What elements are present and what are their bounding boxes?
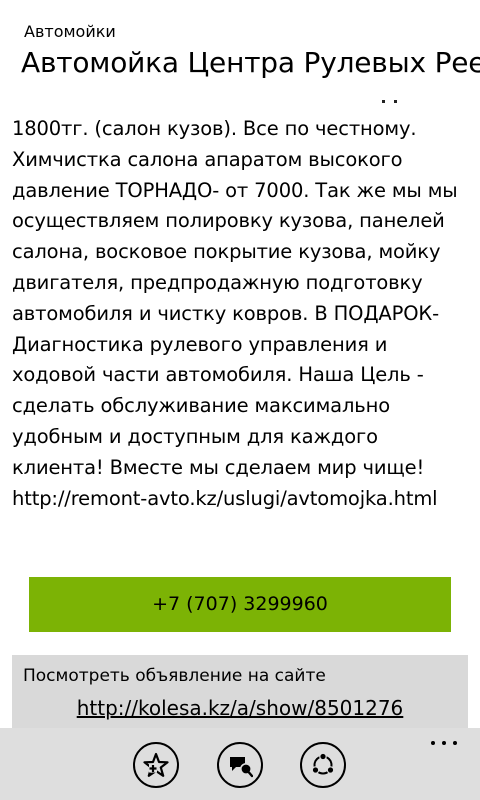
app-subtitle: Автомойки [24, 22, 116, 41]
view-on-site-label: Посмотреть объявление на сайте [23, 666, 326, 686]
page-title: Автомойка Центра Рулевых Реек [21, 46, 480, 79]
app-bar [0, 728, 480, 800]
more-icon[interactable] [429, 738, 459, 748]
message-button[interactable] [217, 742, 263, 788]
listing-url-link[interactable]: http://kolesa.kz/a/show/8501276 [12, 695, 468, 721]
share-icon [311, 752, 335, 775]
favorite-button[interactable] [133, 742, 179, 788]
favorite-star-icon [143, 752, 169, 777]
call-phone-button[interactable]: +7 (707) 3299960 [29, 577, 451, 632]
scroll-indicator [380, 100, 400, 106]
page-header: Автомойки Автомойка Центра Рулевых Реек [0, 0, 480, 92]
message-icon [230, 757, 253, 778]
share-button[interactable] [300, 742, 346, 788]
listing-description: 1800тг. (салон кузов). Все по честному. … [12, 117, 458, 510]
